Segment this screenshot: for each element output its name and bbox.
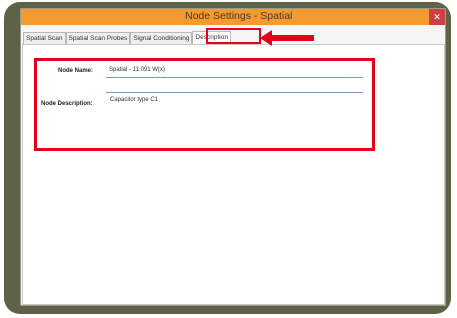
tab-spatial-scan[interactable]: Spatial Scan bbox=[23, 32, 66, 44]
tab-highlight-box bbox=[206, 28, 261, 44]
node-name-field[interactable]: Spatial - 11.091 W(x) bbox=[109, 67, 165, 73]
tab-signal-conditioning[interactable]: Signal Conditioning bbox=[130, 32, 193, 44]
title-bar[interactable]: Node Settings - Spatial ✕ bbox=[21, 9, 445, 25]
close-icon: ✕ bbox=[433, 11, 441, 22]
node-name-label: Node Name: bbox=[58, 68, 94, 74]
node-description-topline bbox=[106, 92, 363, 93]
left-arrow-icon bbox=[260, 30, 314, 46]
tab-spatial-scan-probes[interactable]: Spatial Scan Probes bbox=[65, 32, 131, 44]
node-settings-window: Node Settings - Spatial ✕ Spatial Scan S… bbox=[20, 8, 446, 306]
window-title: Node Settings - Spatial bbox=[185, 10, 293, 22]
tab-bar: Spatial Scan Spatial Scan Probes Signal … bbox=[23, 30, 231, 44]
node-name-underline bbox=[106, 77, 363, 78]
close-button[interactable]: ✕ bbox=[429, 9, 445, 25]
node-description-field[interactable]: Capacitor type C1 bbox=[110, 97, 158, 103]
node-description-label: Node Description: bbox=[41, 101, 93, 107]
